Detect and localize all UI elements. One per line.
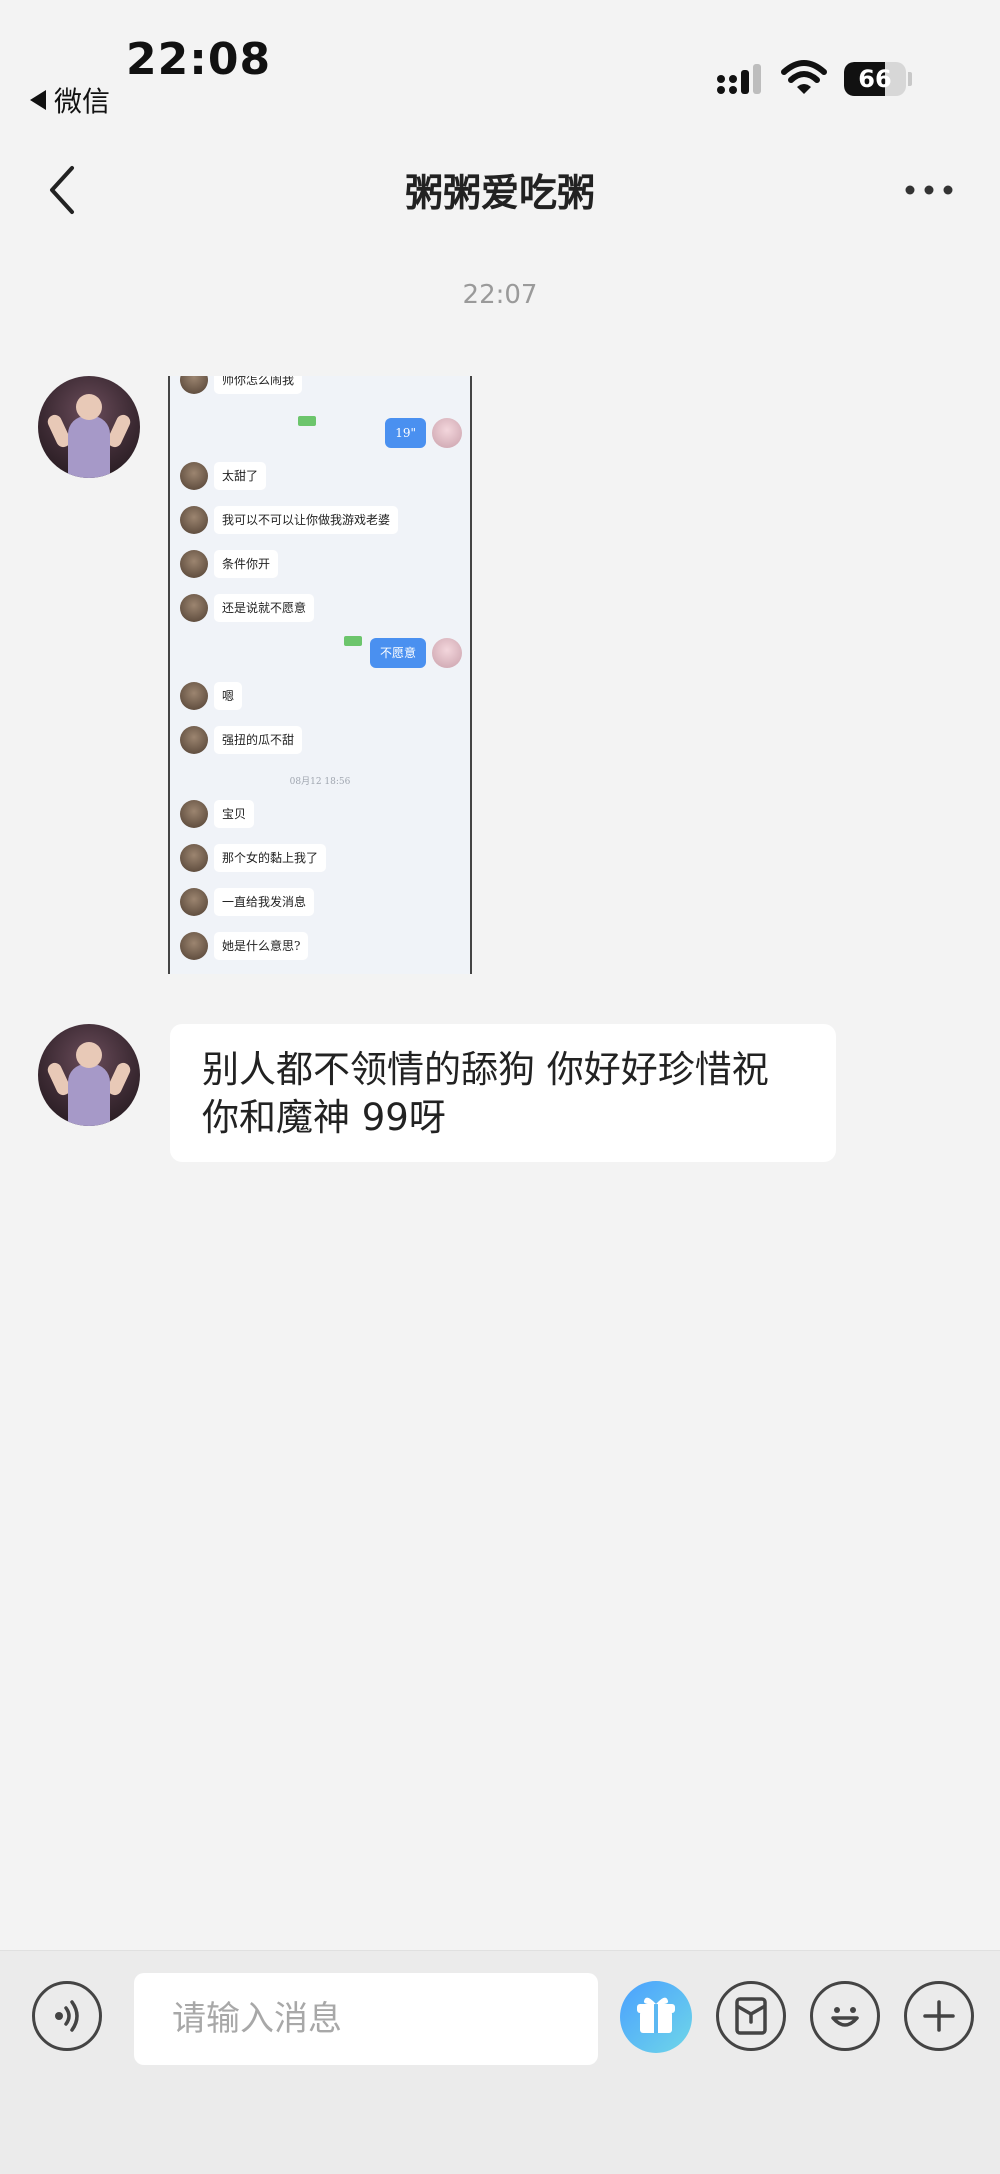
status-time: 22:08 xyxy=(126,34,272,85)
screenshot-row: 还是说就不愿意 xyxy=(170,592,470,626)
battery-level: 66 xyxy=(858,65,892,93)
back-triangle-icon xyxy=(30,90,46,110)
input-bar: 请输入消息 xyxy=(0,1950,1000,2174)
screenshot-row: 太甜了 xyxy=(170,460,470,494)
screenshot-voice-bubble: 19" xyxy=(385,418,426,448)
navigation-bar: 粥粥爱吃粥 xyxy=(0,140,1000,240)
screenshot-bubble: 嗯 xyxy=(214,682,243,710)
voice-button[interactable] xyxy=(32,1981,102,2051)
message-line: 你和魔神 99呀 xyxy=(202,1096,446,1139)
screenshot-bubble: 宝贝 xyxy=(214,800,255,828)
avatar[interactable] xyxy=(38,1024,140,1126)
message-timestamp: 22:07 xyxy=(462,280,538,310)
battery-tip xyxy=(908,72,912,86)
red-packet-button[interactable] xyxy=(716,1981,786,2051)
cellular-signal-icon xyxy=(717,64,761,94)
mini-avatar-self xyxy=(432,638,462,668)
gift-icon xyxy=(637,1997,675,2033)
mini-avatar xyxy=(180,594,208,622)
screenshot-row: 宝贝 xyxy=(170,798,470,832)
screenshot-row: 条件你开 xyxy=(170,548,470,582)
screenshot-tag xyxy=(344,636,362,646)
back-app-label: 微信 xyxy=(54,85,111,118)
emoji-button[interactable] xyxy=(810,1981,880,2051)
screenshot-timestamp: 08月12 18:56 xyxy=(289,777,351,787)
voice-icon xyxy=(55,2000,79,2032)
status-bar: 22:08 微信 66 xyxy=(0,0,1000,130)
red-packet-icon xyxy=(735,1997,767,2035)
message-input[interactable]: 请输入消息 xyxy=(134,1973,598,2065)
mini-avatar xyxy=(180,506,208,534)
plus-icon xyxy=(923,2000,955,2032)
screenshot-row: 强扭的瓜不甜 xyxy=(170,724,470,758)
screenshot-bubble-self: 不愿意 xyxy=(369,638,426,668)
screenshot-bubble: 还是说就不愿意 xyxy=(214,594,315,622)
battery-indicator: 66 xyxy=(844,62,906,96)
screenshot-tag xyxy=(298,416,316,426)
back-to-app-link[interactable]: 微信 xyxy=(30,80,110,120)
mini-avatar xyxy=(180,682,208,710)
screenshot-bubble: 我可以不可以让你做我游戏老婆 xyxy=(214,506,399,534)
mini-avatar xyxy=(180,888,208,916)
message-line: 别人都不领情的舔狗 你好好珍惜祝 xyxy=(202,1048,769,1091)
screenshot-bubble: 强扭的瓜不甜 xyxy=(214,726,303,754)
mini-avatar xyxy=(180,550,208,578)
mini-avatar xyxy=(180,462,208,490)
mini-avatar xyxy=(180,844,208,872)
screenshot-bubble: 师你怎么闹我 xyxy=(214,376,303,394)
mini-avatar xyxy=(180,376,208,394)
chat-title: 粥粥爱吃粥 xyxy=(404,171,595,215)
screenshot-row: 一直给我发消息 xyxy=(170,886,470,920)
screenshot-row: 我可以不可以让你做我游戏老婆 xyxy=(170,504,470,538)
screenshot-bubble: 她是什么意思? xyxy=(214,932,309,960)
screenshot-row: 19" xyxy=(170,416,470,450)
screenshot-bubble: 那个女的黏上我了 xyxy=(214,844,327,872)
screenshot-bubble: 一直给我发消息 xyxy=(214,888,315,916)
gift-button[interactable] xyxy=(620,1981,692,2053)
screenshot-row: 嗯 xyxy=(170,680,470,714)
mini-avatar xyxy=(180,800,208,828)
image-message[interactable]: 师你怎么闹我 19" 太甜了 我可以不可以让你做我游戏老婆 条件你开 还是说就不… xyxy=(168,376,472,974)
wifi-icon xyxy=(781,60,827,94)
more-dots-icon[interactable] xyxy=(904,182,954,198)
screenshot-bubble: 太甜了 xyxy=(214,462,267,490)
screenshot-row: 师你怎么闹我 xyxy=(170,376,470,398)
chat-page: 22:08 微信 66 粥粥爱吃粥 22:07 师你怎么闹我 19" 太甜了 我… xyxy=(0,0,1000,2174)
mini-avatar xyxy=(180,726,208,754)
plus-button[interactable] xyxy=(904,1981,974,2051)
screenshot-row: 那个女的黏上我了 xyxy=(170,842,470,876)
text-message[interactable]: 别人都不领情的舔狗 你好好珍惜祝 你和魔神 99呀 xyxy=(170,1024,836,1162)
avatar[interactable] xyxy=(38,376,140,478)
screenshot-row: 她是什么意思? xyxy=(170,930,470,964)
mini-avatar-self xyxy=(432,418,462,448)
screenshot-bubble: 条件你开 xyxy=(214,550,279,578)
emoji-icon xyxy=(831,2007,859,2027)
screenshot-row: 不愿意 xyxy=(170,636,470,670)
mini-avatar xyxy=(180,932,208,960)
